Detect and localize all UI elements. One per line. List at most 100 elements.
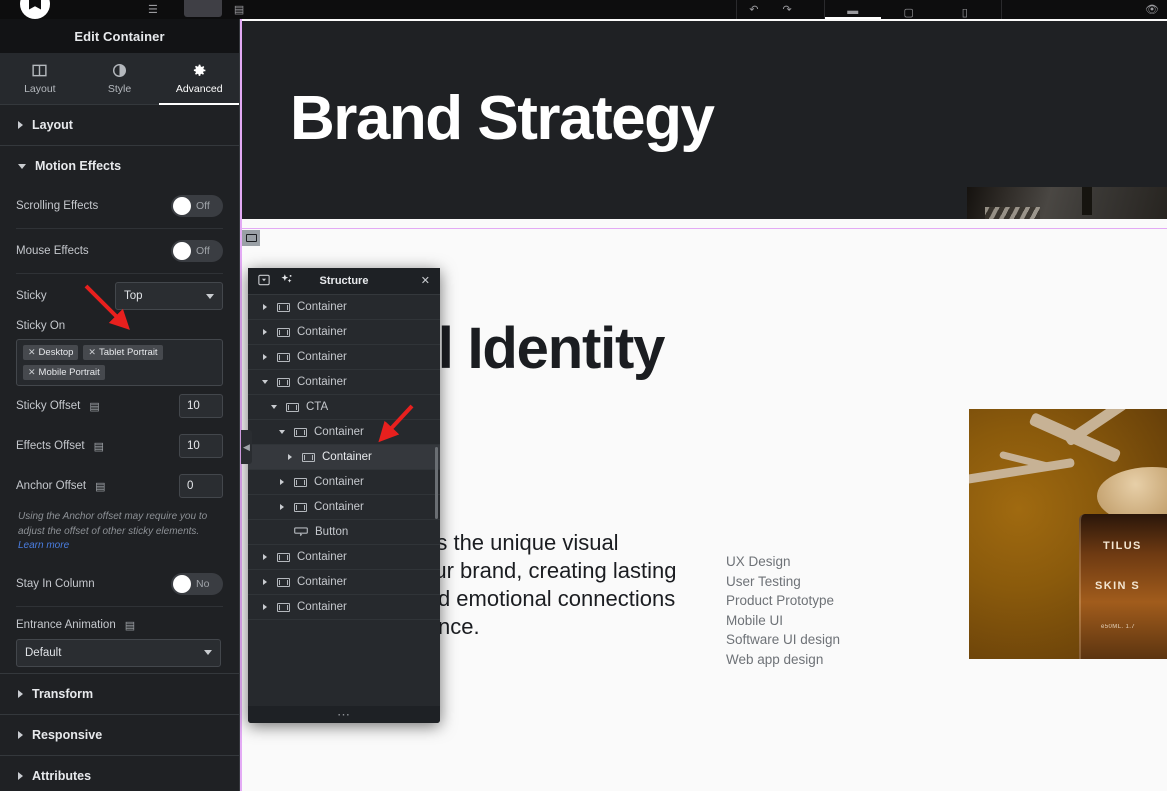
- control-sticky-offset: Sticky Offset ▤: [16, 386, 223, 426]
- panel-collapse-handle[interactable]: ◀: [241, 430, 252, 464]
- chip-tablet-portrait[interactable]: ✕ Tablet Portrait: [83, 345, 163, 360]
- tab-advanced[interactable]: Advanced: [159, 53, 239, 105]
- navigator-drag-handle[interactable]: ⋯: [248, 706, 440, 723]
- desktop-icon[interactable]: ▤: [95, 480, 105, 493]
- tree-item-container[interactable]: Container: [248, 470, 440, 495]
- elementor-logo-icon[interactable]: [20, 0, 50, 19]
- entrance-animation-value: Default: [25, 646, 62, 659]
- panel-title: Edit Container: [74, 28, 165, 44]
- divider: [16, 228, 223, 229]
- navigator-scrollbar[interactable]: [435, 447, 438, 519]
- tree-item-container[interactable]: Container: [248, 420, 440, 445]
- chevron-down-icon: [18, 163, 26, 169]
- sticky-select[interactable]: Top: [115, 282, 223, 310]
- tab-style[interactable]: Style: [80, 53, 160, 104]
- tree-item-container[interactable]: Container: [248, 570, 440, 595]
- redo-icon[interactable]: ↷: [783, 3, 792, 16]
- tab-layout-label: Layout: [24, 82, 56, 95]
- responsive-tablet-button[interactable]: ▢: [881, 0, 937, 19]
- chevron-down-icon: [271, 405, 277, 409]
- tree-item-label: Container: [314, 426, 364, 438]
- product-image[interactable]: TILUS SKIN S e50ML. 1.7: [969, 409, 1167, 659]
- container-icon: [277, 552, 290, 562]
- control-mouse-effects: Mouse Effects Off: [16, 231, 223, 271]
- section-responsive-header[interactable]: Responsive: [0, 715, 239, 755]
- container-icon: [277, 302, 290, 312]
- tree-item-container[interactable]: Container: [248, 295, 440, 320]
- chevron-down-icon: [206, 293, 214, 299]
- hamburger-icon[interactable]: ☰: [148, 3, 158, 16]
- tree-item-label: Container: [297, 601, 347, 613]
- undo-icon[interactable]: ↶: [749, 3, 758, 16]
- product-brand: TILUS: [1103, 540, 1142, 552]
- section-transform-header[interactable]: Transform: [0, 674, 239, 714]
- section-motion-effects-title: Motion Effects: [35, 159, 122, 173]
- chevron-right-icon: [263, 304, 267, 310]
- bottle-body: TILUS SKIN S e50ML. 1.7: [1079, 514, 1167, 659]
- close-x-icon[interactable]: ✕: [421, 275, 430, 287]
- close-x-icon[interactable]: ✕: [28, 347, 36, 358]
- collapse-all-icon[interactable]: [258, 274, 270, 289]
- responsive-mobile-button[interactable]: ▯: [937, 0, 993, 19]
- control-sticky: Sticky Top: [16, 276, 223, 316]
- effects-offset-input[interactable]: [179, 434, 223, 458]
- eye-icon[interactable]: 👁: [1145, 3, 1159, 16]
- tree-item-container[interactable]: Container: [248, 370, 440, 395]
- tree-item-button[interactable]: Button: [248, 520, 440, 545]
- chip-mobile-portrait[interactable]: ✕ Mobile Portrait: [23, 365, 105, 380]
- chevron-right-icon: [280, 479, 284, 485]
- container-icon: [277, 602, 290, 612]
- section-transform-title: Transform: [32, 686, 94, 701]
- tree-item-label: Container: [322, 451, 372, 463]
- control-sticky-on: Sticky On ✕ Desktop ✕ Tablet Portrait ✕: [16, 316, 223, 386]
- list-item: UX Design: [726, 554, 791, 569]
- chip-desktop-label: Desktop: [38, 347, 74, 358]
- anchor-offset-helper-text: Using the Anchor offset may require you …: [16, 506, 223, 564]
- responsive-desktop-button[interactable]: ▬: [824, 0, 881, 19]
- tree-item-container[interactable]: Container: [248, 595, 440, 620]
- sticky-label: Sticky: [16, 290, 47, 302]
- desktop-icon[interactable]: ▤: [94, 440, 104, 453]
- section-layout-header[interactable]: Layout: [0, 105, 239, 145]
- close-x-icon[interactable]: ✕: [88, 347, 96, 358]
- container-hover-line: [242, 228, 1167, 229]
- chevron-down-icon: [262, 380, 268, 384]
- folder-icon[interactable]: ▤: [234, 3, 244, 16]
- sticky-on-chips-field[interactable]: ✕ Desktop ✕ Tablet Portrait ✕ Mobile Por…: [16, 339, 223, 386]
- chip-desktop[interactable]: ✕ Desktop: [23, 345, 79, 360]
- tree-item-container[interactable]: Container: [248, 345, 440, 370]
- entrance-animation-select[interactable]: Default: [16, 638, 221, 667]
- panel-header: Edit Container: [0, 19, 239, 53]
- learn-more-link[interactable]: Learn more: [18, 540, 69, 551]
- control-entrance-animation: Entrance Animation ▤ Default: [16, 609, 223, 667]
- divider: [16, 273, 223, 274]
- desktop-icon[interactable]: ▤: [125, 619, 135, 632]
- section-attributes-header[interactable]: Attributes: [0, 756, 239, 791]
- tree-item-container-selected[interactable]: Container: [248, 445, 440, 470]
- tree-item-label: Container: [297, 351, 347, 363]
- tree-item-cta[interactable]: CTA: [248, 395, 440, 420]
- stay-in-column-toggle[interactable]: No: [171, 572, 223, 595]
- tree-item-container[interactable]: Container: [248, 545, 440, 570]
- sticky-offset-label: Sticky Offset: [16, 400, 81, 412]
- desktop-icon[interactable]: ▤: [89, 400, 99, 413]
- close-x-icon[interactable]: ✕: [28, 367, 36, 378]
- sticky-offset-input[interactable]: [179, 394, 223, 418]
- scrolling-effects-toggle[interactable]: Off: [171, 195, 223, 217]
- add-element-button[interactable]: [183, 0, 222, 17]
- tree-item-container[interactable]: Container: [248, 320, 440, 345]
- container-handle-icon[interactable]: [242, 230, 260, 246]
- toggle-knob: [173, 242, 191, 260]
- mouse-effects-toggle[interactable]: Off: [171, 240, 223, 262]
- tree-item-label: Container: [297, 376, 347, 388]
- chevron-right-icon: [288, 454, 292, 460]
- anchor-offset-input[interactable]: [179, 474, 223, 498]
- section-motion-effects-header[interactable]: Motion Effects: [0, 146, 239, 186]
- chip-tablet-portrait-label: Tablet Portrait: [98, 347, 158, 358]
- sparkle-ai-icon[interactable]: [280, 273, 293, 289]
- container-icon: [277, 327, 290, 337]
- desktop-icon: ▬: [847, 5, 859, 17]
- contrast-icon: [112, 63, 127, 78]
- tree-item-container[interactable]: Container: [248, 495, 440, 520]
- tab-layout[interactable]: Layout: [0, 53, 80, 104]
